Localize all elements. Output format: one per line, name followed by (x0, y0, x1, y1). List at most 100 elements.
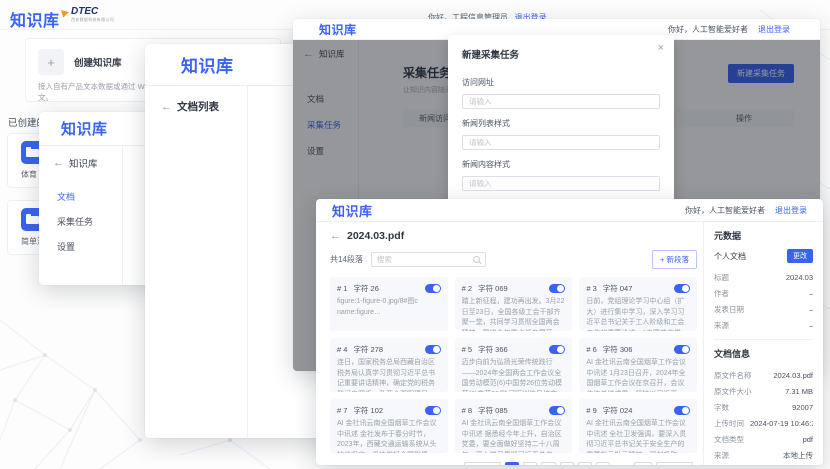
search-input[interactable] (377, 255, 473, 264)
info-label: 字数 (714, 402, 729, 413)
doc-type-label: 个人文档 (714, 251, 746, 262)
page-button-36[interactable]: 36 (634, 462, 652, 465)
search-icon (473, 256, 480, 263)
para-text: AI 金社讯云南全国烟草工作会议中讯述 全社卫发强调，要深入贯彻习近平总书记关于… (586, 419, 690, 453)
page-button-1[interactable]: 1 (505, 462, 519, 465)
info-label: 来源 (714, 450, 729, 461)
para-id: # 4 (337, 345, 347, 354)
paragraph-card[interactable]: # 7字符 102 AI 金社讯云南全国烟草工作会议中讯述 金社发布于春分时节，… (330, 399, 448, 453)
base-app-logo: 知识库 (10, 7, 60, 31)
para-text: 连日，国家税务总局西藏自治区税务局认真学习贯彻习近平总书记重要讲话精神，确定党的… (337, 358, 441, 392)
content-style-input[interactable] (462, 176, 660, 191)
page-button-6[interactable]: 6 (596, 462, 610, 465)
enable-toggle[interactable] (425, 345, 441, 354)
kb-nav-sidebar: ← 知识库 文档 采集任务 设置 (39, 146, 123, 285)
page-button-3[interactable]: 3 (541, 462, 555, 465)
meta-label: 作者 (714, 288, 729, 299)
para-chars: 字符 102 (353, 405, 383, 416)
page-button-4[interactable]: 4 (560, 462, 574, 465)
change-button[interactable]: 更改 (787, 249, 813, 263)
close-icon[interactable]: × (658, 42, 664, 54)
para-chars: 字符 085 (478, 405, 508, 416)
back-label: 知识库 (69, 156, 98, 170)
logout-link[interactable]: 退出登录 (758, 24, 790, 35)
list-style-input[interactable] (462, 135, 660, 150)
meta-value: – (809, 289, 813, 298)
page-button-5[interactable]: 5 (578, 462, 592, 465)
doc-meta-sidebar: 元数据 个人文档 更改 标题2024.03 作者– 发表日期– 来源– 文档信息… (703, 222, 823, 465)
paragraph-card[interactable]: # 8字符 085 AI 金社讯云南全国烟草工作会议中讯述 据悉经今年上升，自治… (455, 399, 573, 453)
field-label-list-style: 新闻列表样式 (462, 118, 660, 129)
para-chars: 字符 278 (353, 344, 383, 355)
search-box (371, 252, 486, 267)
enable-toggle[interactable] (674, 345, 690, 354)
para-text: 踏上新征程，建功再出发。3月22日至23日，全国各级工会干部齐聚一堂，共同学习贯… (462, 297, 566, 331)
field-label-content-style: 新闻内容样式 (462, 159, 660, 170)
paragraph-card[interactable]: # 6字符 306 AI 金社讯云南全国烟草工作会议中讯述 1月23日召开，20… (579, 338, 697, 392)
info-value: 92007 (792, 403, 813, 412)
prev-page-button[interactable]: ‹ 上一页 (464, 462, 501, 465)
sidebar-item-docs[interactable]: 文档 (39, 184, 122, 209)
para-id: # 9 (586, 406, 596, 415)
paragraph-card[interactable]: # 4 字符 278 连日，国家税务总局西藏自治区税务局认真学习贯彻习近平总书记重… (330, 338, 448, 392)
sidebar-item-settings[interactable]: 设置 (39, 234, 122, 259)
window-title: 知识库 (332, 201, 373, 220)
url-input[interactable] (462, 94, 660, 109)
paragraph-count: 共14段落 (330, 254, 363, 265)
back-arrow-icon: ← (53, 157, 64, 169)
meta-label: 标题 (714, 272, 729, 283)
paragraph-card[interactable]: # 1字符 26 figure:1-figure-0.jpg/8#图c name… (330, 277, 448, 331)
enable-toggle[interactable] (549, 345, 565, 354)
para-id: # 5 (462, 345, 472, 354)
info-value: 本地上传 (783, 450, 813, 461)
meta-value: 2024.03 (786, 273, 813, 282)
window-title: 知识库 (319, 21, 357, 38)
sidebar-item-collect[interactable]: 采集任务 (39, 209, 122, 234)
app-stage: 知识库 DTEC 西安数据科技有限公司 你好，工程信息管理员 退出登录 + 创建… (0, 0, 830, 469)
para-chars: 字符 366 (478, 344, 508, 355)
enable-toggle[interactable] (549, 284, 565, 293)
meta-label: 来源 (714, 320, 729, 331)
window-header: 知识库 你好，人工智能爱好者 退出登录 (316, 199, 823, 222)
enable-toggle[interactable] (674, 406, 690, 415)
window-document-viewer: 知识库 你好，人工智能爱好者 退出登录 ← 2024.03.pdf 共14段落 … (316, 199, 823, 465)
back-nav[interactable]: ← 知识库 (39, 146, 122, 184)
back-nav[interactable]: ← 文档列表 (145, 86, 247, 114)
enable-toggle[interactable] (549, 406, 565, 415)
paragraph-card[interactable]: # 3字符 047 日前，党组理论学习中心组（扩大）进行集中学习，深入学习习近平… (579, 277, 697, 331)
paragraph-card[interactable]: # 9 字符 024 AI 金社讯云南全国烟草工作会议中讯述 全社卫发强调，要深入… (579, 399, 697, 453)
paragraph-card[interactable]: # 5字符 366 迈步向前为弘扬光荣传统践行——2024年全国两会工作会议全国… (455, 338, 573, 392)
new-paragraph-button[interactable]: + 新段落 (652, 250, 697, 269)
info-label: 原文件大小 (714, 386, 752, 397)
pagination: ‹ 上一页 1 2 3 4 5 6 ··· 36 下一页 › (330, 462, 697, 465)
para-id: # 3 (586, 284, 596, 293)
logout-link[interactable]: 退出登录 (775, 205, 807, 216)
para-text: figure:1-figure-0.jpg/8#图c name:figure… (337, 297, 441, 318)
info-value: 2024-07-19 10:46:36 (750, 419, 813, 428)
meta-value: – (809, 321, 813, 330)
create-kb-title: 创建知识库 (74, 55, 122, 69)
paragraph-card[interactable]: # 2字符 069 踏上新征程，建功再出发。3月22日至23日，全国各级工会干部… (455, 277, 573, 331)
para-chars: 字符 047 (603, 283, 633, 294)
enable-toggle[interactable] (674, 284, 690, 293)
enable-toggle[interactable] (425, 406, 441, 415)
company-logo: DTEC 西安数据科技有限公司 (64, 6, 124, 23)
para-id: # 6 (586, 345, 596, 354)
info-value: pdf (803, 435, 813, 444)
page-button-2[interactable]: 2 (523, 462, 537, 465)
doc-info-heading: 文档信息 (714, 347, 813, 360)
enable-toggle[interactable] (425, 284, 441, 293)
plus-icon: + (38, 49, 64, 75)
next-page-button[interactable]: 下一页 › (656, 462, 693, 465)
doc-main: ← 2024.03.pdf 共14段落 + 新段落 # 1字符 26 figur… (316, 222, 703, 465)
info-label: 原文件名称 (714, 370, 752, 381)
meta-value: – (809, 305, 813, 314)
page-ellipsis: ··· (614, 462, 630, 465)
back-arrow-icon[interactable]: ← (330, 230, 341, 242)
para-chars: 字符 069 (478, 283, 508, 294)
para-chars: 字符 024 (603, 405, 633, 416)
info-label: 上传时间 (714, 418, 744, 429)
user-greeting: 你好，人工智能爱好者 (685, 205, 765, 216)
paragraph-grid: # 1字符 26 figure:1-figure-0.jpg/8#图c name… (330, 277, 697, 453)
user-greeting: 你好，人工智能爱好者 (668, 24, 748, 35)
